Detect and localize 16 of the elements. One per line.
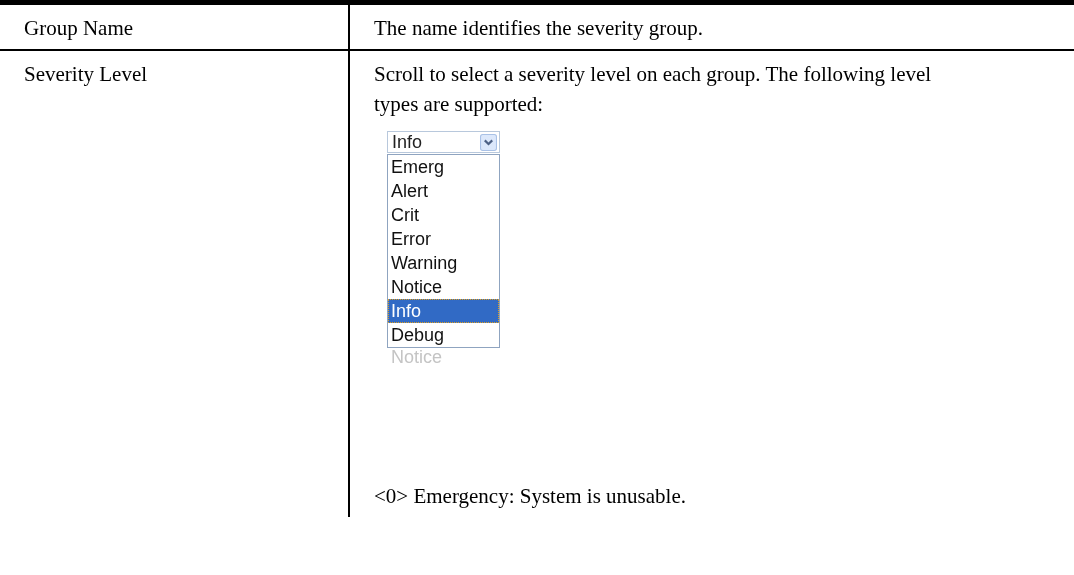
- dropdown-option[interactable]: Debug: [388, 323, 499, 347]
- dropdown-option[interactable]: Notice: [388, 275, 499, 299]
- parameter-name: Severity Level: [24, 62, 148, 86]
- parameter-name: Group Name: [24, 16, 134, 40]
- faded-select-value: Notice: [390, 348, 444, 364]
- select-box[interactable]: Info: [387, 131, 500, 153]
- severity-note: <0> Emergency: System is unusable.: [374, 483, 687, 510]
- dropdown-option[interactable]: Alert: [388, 179, 499, 203]
- dropdown-option[interactable]: Info: [388, 299, 499, 323]
- dropdown-option[interactable]: Warning: [388, 251, 499, 275]
- parameter-description: The name identifies the severity group.: [374, 15, 704, 42]
- chevron-down-icon[interactable]: [480, 133, 497, 151]
- dropdown-option[interactable]: Crit: [388, 203, 499, 227]
- dropdown-option[interactable]: Emerg: [388, 155, 499, 179]
- parameter-description: Scroll to select a severity level on each group. The following level types are supported:: [374, 61, 933, 118]
- dropdown-option[interactable]: Error: [388, 227, 499, 251]
